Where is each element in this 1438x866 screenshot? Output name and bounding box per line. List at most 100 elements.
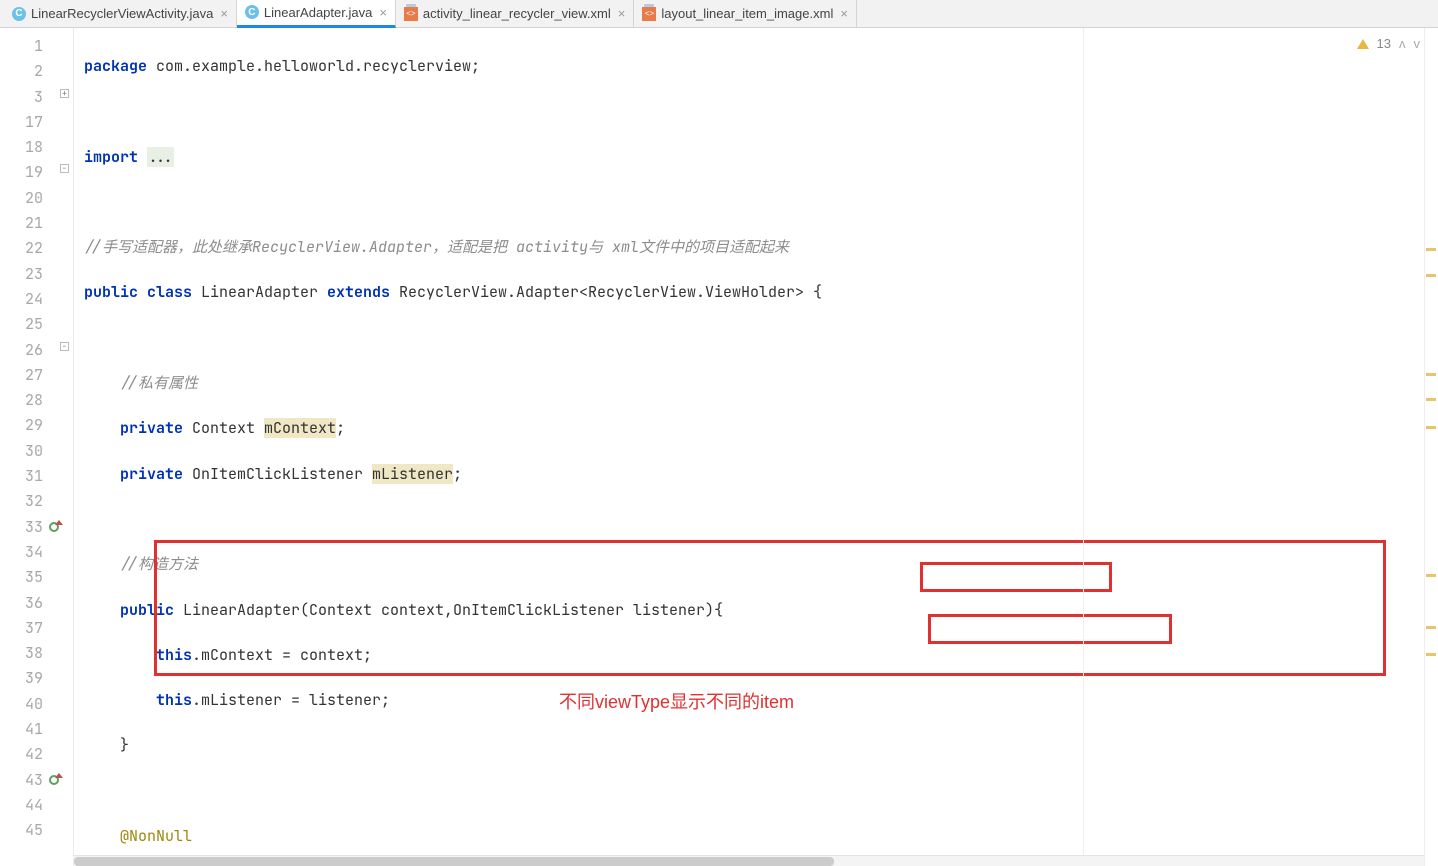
code-comment: //构造方法 (120, 554, 198, 574)
tab-label: activity_linear_recycler_view.xml (423, 6, 611, 21)
code-editor[interactable]: 123+171819−20212223242526−27282930313233… (0, 28, 1438, 866)
fold-icon[interactable]: − (60, 342, 69, 351)
code-token: import (84, 147, 138, 167)
code-comment: //手写适配器，此处继承RecyclerView.Adapter，适配是把 ac… (84, 237, 789, 257)
code-field: mListener (372, 464, 453, 484)
code-token: ; (336, 418, 345, 438)
code-token: ; (453, 464, 462, 484)
line-number: 18 (0, 135, 73, 160)
tab-file-2[interactable]: <> activity_linear_recycler_view.xml × (396, 0, 634, 28)
line-number: 27 (0, 363, 73, 388)
warning-marker[interactable] (1426, 426, 1436, 429)
warning-marker[interactable] (1426, 373, 1436, 376)
line-number: 23 (0, 262, 73, 287)
horizontal-scrollbar[interactable] (74, 855, 1424, 866)
tab-label: LinearAdapter.java (264, 5, 372, 20)
line-number: 22 (0, 236, 73, 261)
line-number: 37 (0, 616, 73, 641)
line-number: 44 (0, 793, 73, 818)
override-icon[interactable] (49, 775, 59, 785)
code-annotation: @NonNull (120, 826, 192, 846)
fold-icon[interactable]: + (60, 89, 69, 98)
scrollbar-thumb[interactable] (74, 857, 834, 866)
prev-highlight-icon[interactable]: ʌ (1399, 36, 1406, 51)
line-number: 28 (0, 388, 73, 413)
tab-label: LinearRecyclerViewActivity.java (31, 6, 213, 21)
code-token: this (156, 690, 192, 710)
code-token: } (120, 735, 129, 755)
editor-tabs: C LinearRecyclerViewActivity.java × C Li… (0, 0, 1438, 28)
inspection-widget[interactable]: 13 ʌ v (1357, 36, 1420, 51)
line-number: 30 (0, 439, 73, 464)
line-number: 43 (0, 768, 73, 793)
line-number: 25 (0, 312, 73, 337)
code-token: public (120, 600, 174, 620)
line-number: 39 (0, 666, 73, 691)
line-number: 3+ (0, 85, 73, 110)
override-icon[interactable] (49, 522, 59, 532)
line-number: 21 (0, 211, 73, 236)
close-icon[interactable]: × (379, 5, 387, 20)
code-comment: //私有属性 (120, 373, 198, 393)
fold-icon[interactable]: − (60, 164, 69, 173)
line-number: 20 (0, 186, 73, 211)
error-stripe[interactable] (1424, 28, 1438, 866)
warning-marker[interactable] (1426, 248, 1436, 251)
warning-marker[interactable] (1426, 274, 1436, 277)
line-number: 36 (0, 591, 73, 616)
code-token: private (120, 464, 183, 484)
close-icon[interactable]: × (220, 6, 228, 21)
line-number: 42 (0, 742, 73, 767)
code-token: public class (84, 282, 192, 302)
code-token: .mListener = listener; (192, 690, 390, 710)
line-number: 35 (0, 565, 73, 590)
next-highlight-icon[interactable]: v (1414, 36, 1421, 51)
java-class-icon: C (245, 5, 259, 19)
warning-count: 13 (1377, 36, 1391, 51)
tab-label: layout_linear_item_image.xml (661, 6, 833, 21)
code-token: package (84, 56, 147, 76)
gutter: 123+171819−20212223242526−27282930313233… (0, 28, 74, 866)
annotation-text: 不同viewType显示不同的item (559, 688, 794, 714)
line-number: 45 (0, 818, 73, 843)
line-number: 19− (0, 160, 73, 185)
line-number: 34 (0, 540, 73, 565)
code-token: Context (183, 418, 264, 438)
line-number: 1 (0, 34, 73, 59)
code-area[interactable]: package com.example.helloworld.recyclerv… (74, 28, 1438, 866)
code-token: RecyclerView.Adapter<RecyclerView.ViewHo… (390, 282, 822, 302)
tab-file-3[interactable]: <> layout_linear_item_image.xml × (634, 0, 857, 28)
line-number: 38 (0, 641, 73, 666)
warning-marker[interactable] (1426, 574, 1436, 577)
line-number: 41 (0, 717, 73, 742)
line-number: 40 (0, 692, 73, 717)
line-number: 26− (0, 338, 73, 363)
java-class-icon: C (12, 7, 26, 21)
tab-file-0[interactable]: C LinearRecyclerViewActivity.java × (4, 0, 237, 28)
code-token: LinearAdapter(Context context,OnItemClic… (174, 600, 723, 620)
close-icon[interactable]: × (840, 6, 848, 21)
code-token: private (120, 418, 183, 438)
line-number: 17 (0, 110, 73, 135)
line-number: 32 (0, 489, 73, 514)
code-field: mContext (264, 418, 336, 438)
code-token: .mContext = context; (192, 645, 372, 665)
warning-marker[interactable] (1426, 653, 1436, 656)
warning-icon (1357, 39, 1369, 49)
code-token: extends (327, 282, 390, 302)
warning-marker[interactable] (1426, 626, 1436, 629)
xml-layout-icon: <> (642, 7, 656, 21)
code-token: OnItemClickListener (183, 464, 372, 484)
xml-layout-icon: <> (404, 7, 418, 21)
line-number: 24 (0, 287, 73, 312)
right-margin-guide (1083, 28, 1084, 866)
line-number: 33 (0, 515, 73, 540)
code-token: com.example.helloworld.recyclerview; (147, 56, 480, 76)
close-icon[interactable]: × (618, 6, 626, 21)
code-token: this (156, 645, 192, 665)
line-number: 31 (0, 464, 73, 489)
code-fold-ellipsis[interactable]: ... (147, 147, 174, 167)
warning-marker[interactable] (1426, 398, 1436, 401)
tab-file-1[interactable]: C LinearAdapter.java × (237, 0, 396, 28)
code-token: LinearAdapter (192, 282, 327, 302)
